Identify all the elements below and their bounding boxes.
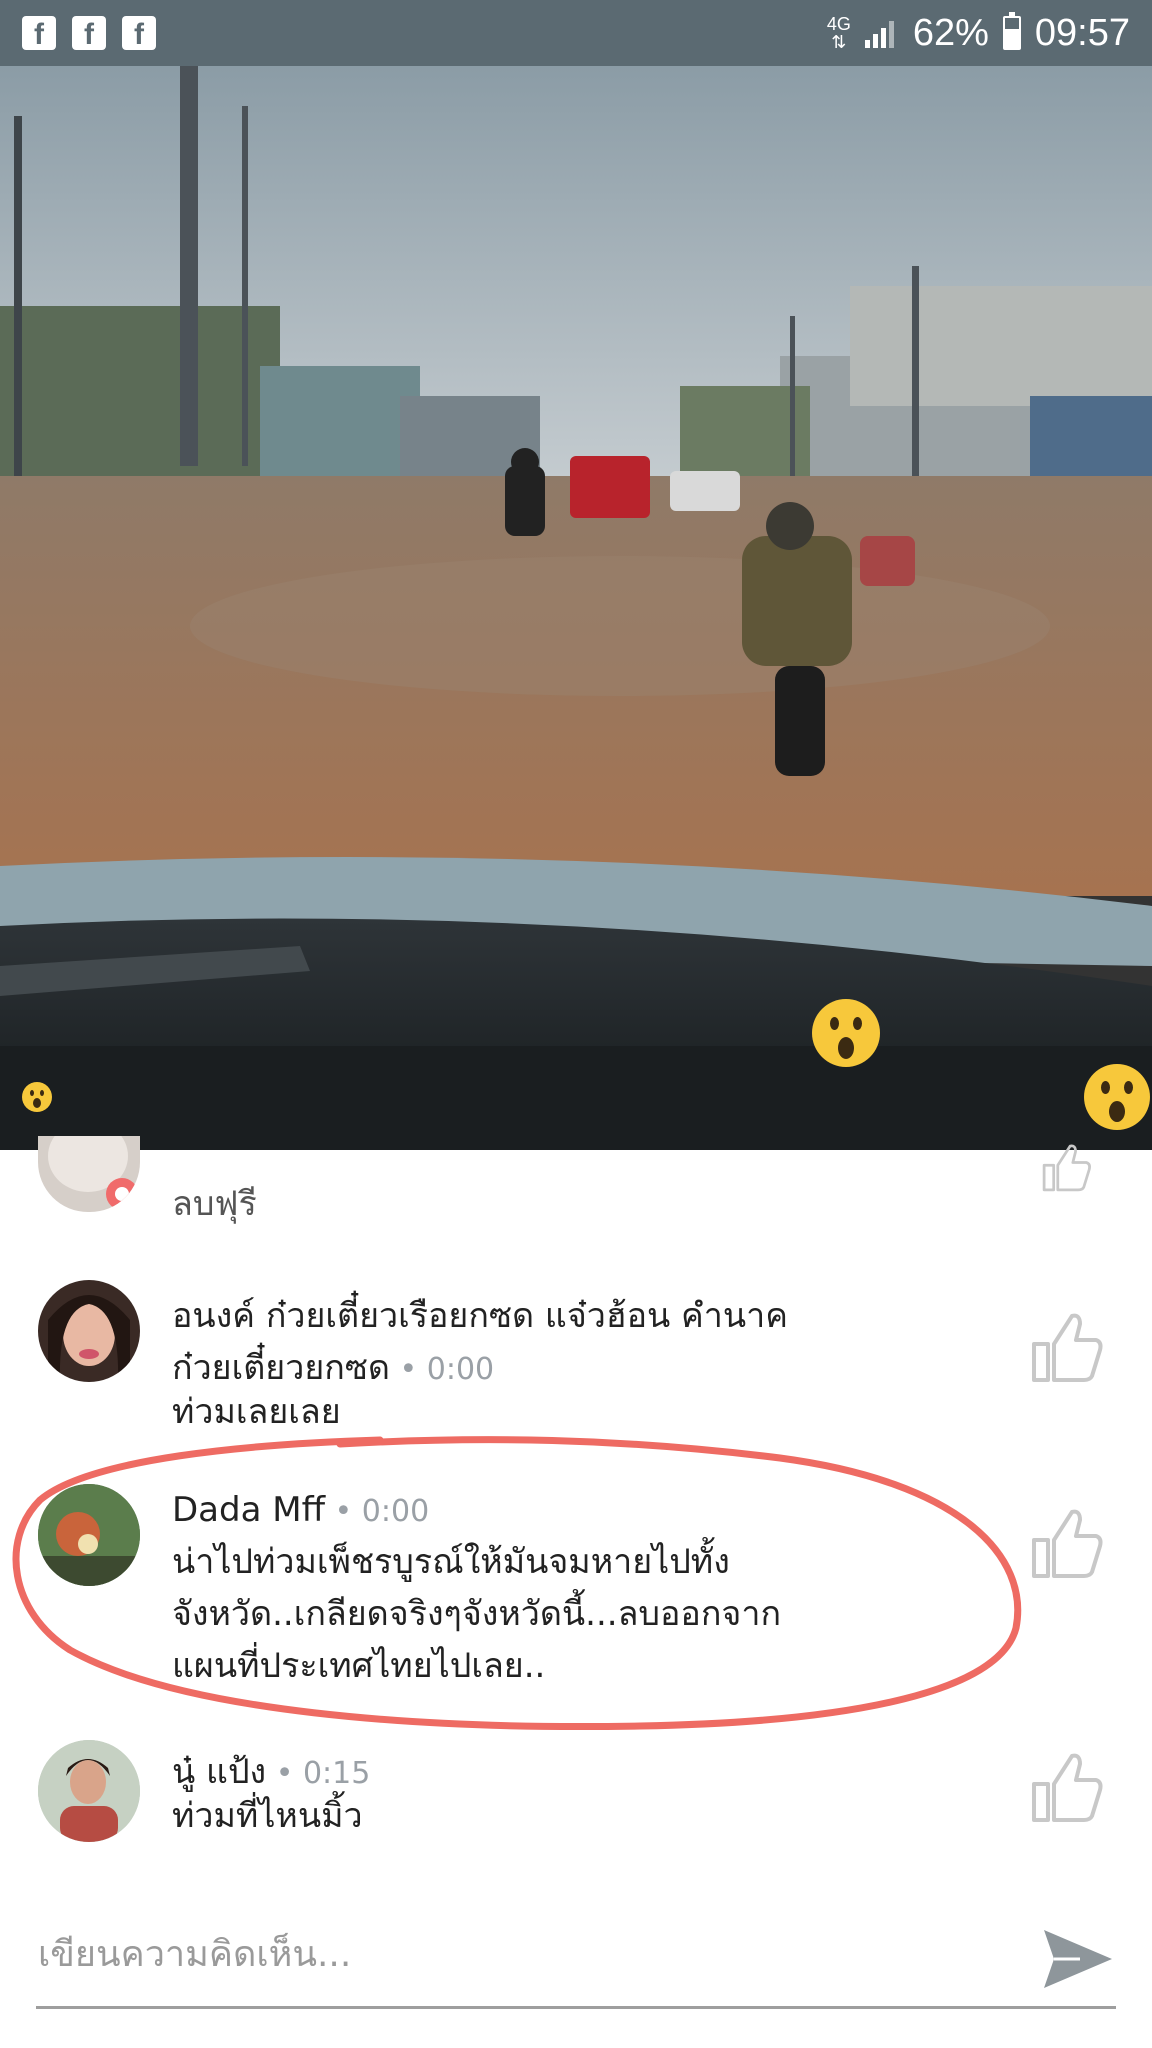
facebook-notification-icon: f [22, 16, 56, 50]
notification-icons: f f f [22, 16, 156, 50]
comment-time: 0:00 [361, 1494, 430, 1529]
comment-input[interactable] [36, 1920, 1000, 1988]
comment-text-line: แผนที่ประเทศไทยไปเลย.. [172, 1646, 546, 1686]
like-icon[interactable] [1028, 1310, 1104, 1386]
battery-percent: 62% [912, 11, 989, 54]
send-icon [1044, 1930, 1112, 1988]
flooded-road-video-frame [0, 66, 1152, 1150]
avatar[interactable] [38, 1136, 140, 1212]
avatar[interactable] [38, 1280, 140, 1382]
comment-text: ท่วมที่ไหนมิ้ว [172, 1796, 363, 1836]
wow-reaction-icon [812, 999, 880, 1067]
signal-icon [864, 21, 894, 48]
comment-author[interactable]: อนงค์ ก๋วยเตี๋ยวเรือยกซด แจ๋วฮ้อน คำนาค [172, 1288, 788, 1342]
like-icon[interactable] [1028, 1506, 1104, 1582]
battery-icon [1002, 12, 1021, 50]
facebook-notification-icon: f [122, 16, 156, 50]
avatar[interactable] [38, 1484, 140, 1586]
status-bar: f f f 4G ⇅ 62% 09:57 [0, 0, 1152, 66]
comment-text: ท่วมเลยเลย [172, 1392, 341, 1432]
wow-reaction-icon [1084, 1064, 1150, 1130]
comment-text-line: น่าไปท่วมเพ็ชรบูรณ์ให้มันจมหายไปทั้ง [172, 1542, 730, 1582]
comment-time: 0:00 [426, 1352, 495, 1387]
send-button[interactable] [1040, 1926, 1116, 1992]
comment-time: 0:15 [302, 1756, 371, 1791]
video-player[interactable] [0, 66, 1152, 1150]
clock: 09:57 [1034, 11, 1130, 54]
comment-composer [0, 1900, 1152, 2048]
facebook-notification-icon: f [72, 16, 106, 50]
avatar[interactable] [38, 1740, 140, 1842]
comment-text: ลบฟุรี [172, 1184, 257, 1224]
network-type: 4G ⇅ [826, 14, 851, 52]
wow-reaction-icon [22, 1082, 52, 1112]
input-underline [36, 2006, 1116, 2009]
comment-text-line: จังหวัด..เกลียดจริงๆจังหวัดนี้...ลบออกจา… [172, 1594, 782, 1634]
comment-author[interactable]: Dada Mff • 0:00 [172, 1490, 429, 1530]
like-icon[interactable] [1028, 1142, 1104, 1194]
like-icon[interactable] [1028, 1750, 1104, 1826]
